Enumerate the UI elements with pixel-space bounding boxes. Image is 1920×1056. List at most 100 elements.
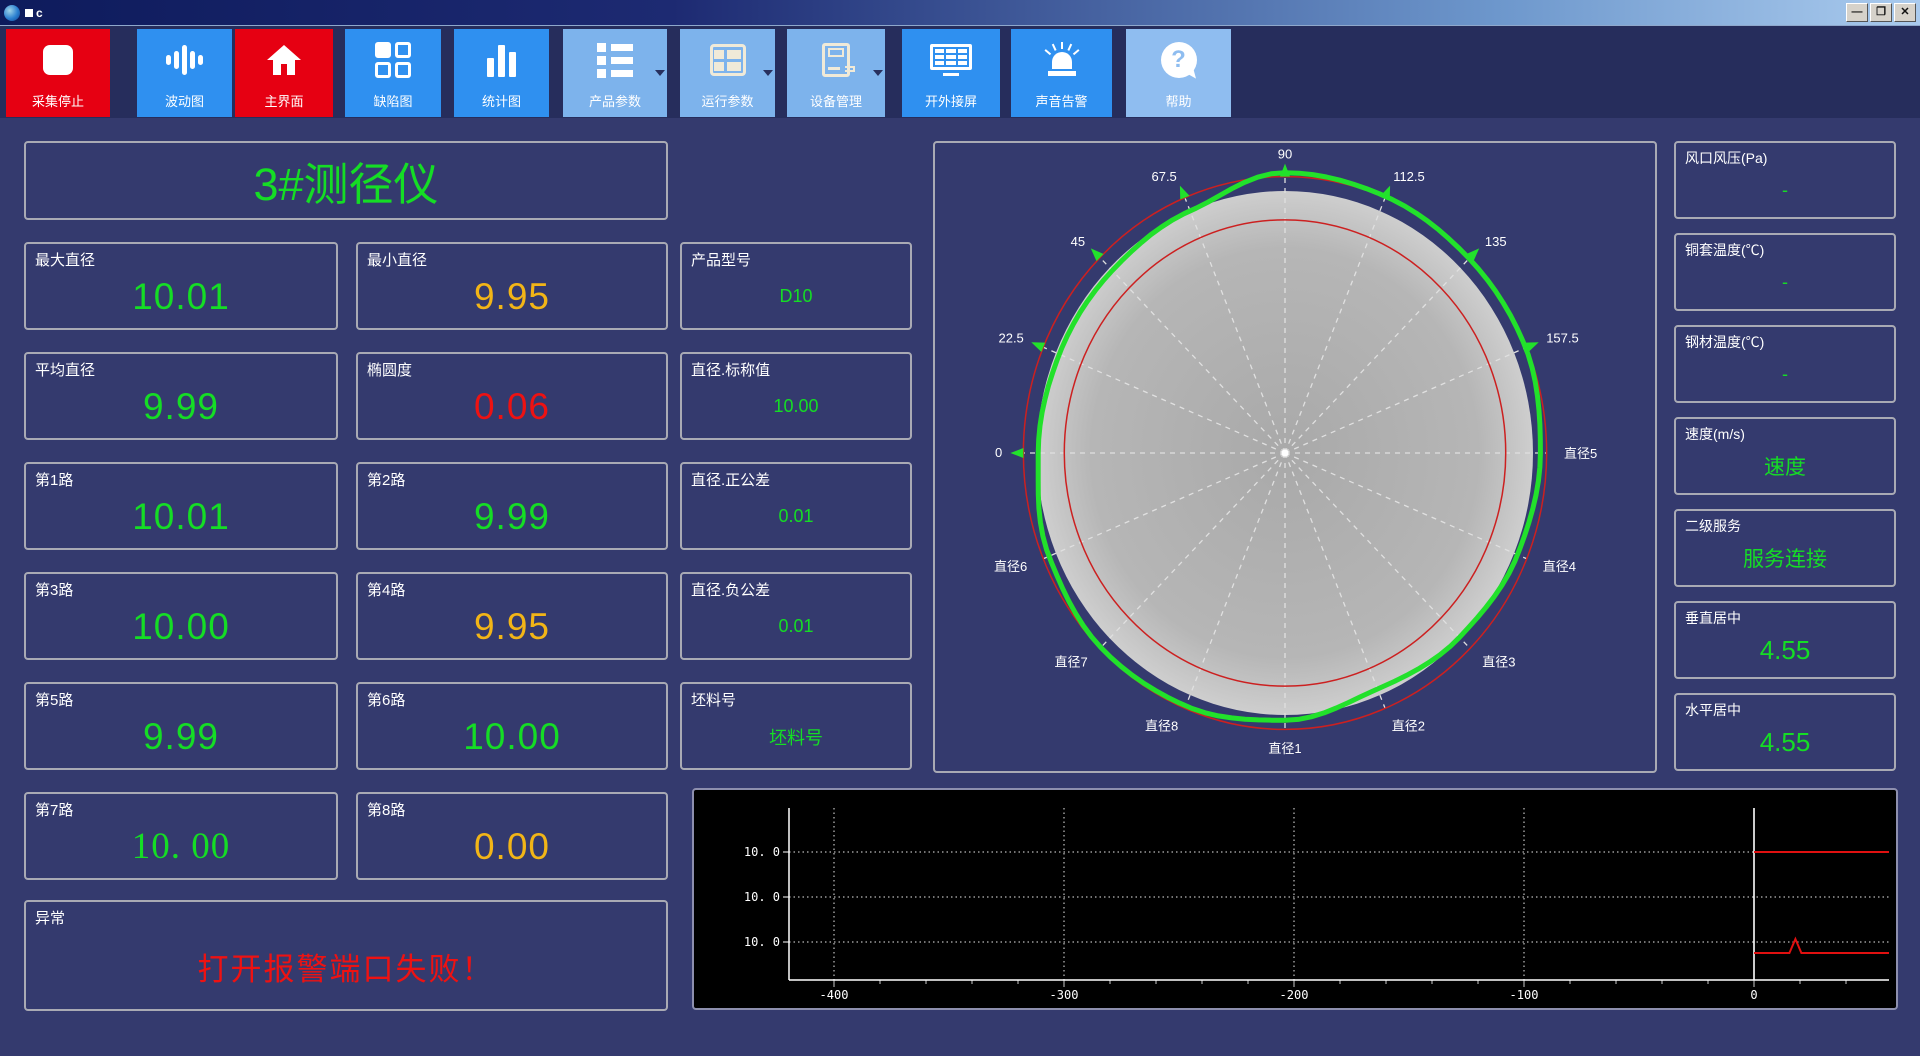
cell-speed: 速度(m/s) 速度 xyxy=(1674,417,1896,495)
stop-icon xyxy=(6,29,110,91)
cell-value-ovality: 0.06 xyxy=(473,385,550,427)
toolbar-button-stats-chart[interactable]: 统计图 xyxy=(454,29,549,117)
cell-path-6: 第6路 10.00 xyxy=(356,682,668,770)
toolbar-button-external-screen[interactable]: 开外接屏 xyxy=(902,29,1000,117)
waveform-icon xyxy=(137,29,232,91)
cell-path-1: 第1路 10.01 xyxy=(24,462,338,550)
cell-label-path-4: 第4路 xyxy=(367,582,406,599)
cell-label-avg-diameter: 平均直径 xyxy=(35,362,96,379)
cell-path-3: 第3路 10.00 xyxy=(24,572,338,660)
cell-value-min-diameter: 9.95 xyxy=(473,275,550,317)
cell-diameter-lower-tol: 直径.负公差 0.01 xyxy=(680,572,912,660)
external-screen-icon xyxy=(902,29,1000,91)
cell-label-max-diameter: 最大直径 xyxy=(35,252,96,269)
toolbar-button-label: 波动图 xyxy=(164,94,204,109)
toolbar-button-label: 采集停止 xyxy=(31,94,84,109)
cell-billet-no: 坯料号 坯料号 xyxy=(680,682,912,770)
cell-value-path-2: 9.99 xyxy=(473,495,550,537)
toolbar-button-label: 缺陷图 xyxy=(373,94,413,109)
toolbar-button-help[interactable]: ? 帮助 xyxy=(1126,29,1231,117)
cell-l2-service: 二级服务 服务连接 xyxy=(1674,509,1896,587)
cell-label-billet-no: 坯料号 xyxy=(691,692,737,709)
cell-min-diameter: 最小直径 9.95 xyxy=(356,242,668,330)
polar-profile-chart: 0 22.5 45 67.5 90 112.5 135 157.5 直径1 直径2 直径3 直径4 直径… xyxy=(933,141,1657,773)
window-title: c xyxy=(36,5,43,20)
toolbar-button-label: 开外接屏 xyxy=(924,94,977,109)
cell-value-steel-temp: - xyxy=(1782,363,1788,384)
polar-diameter-label: 直径1 xyxy=(1268,741,1301,756)
title-glyph xyxy=(25,8,33,17)
run-params-icon xyxy=(680,29,775,91)
cell-path-4: 第4路 9.95 xyxy=(356,572,668,660)
trend-x-tick-label: -300 xyxy=(1050,988,1079,1002)
cell-label-min-diameter: 最小直径 xyxy=(367,252,428,269)
cell-value-path-4: 9.95 xyxy=(473,605,550,647)
polar-angle-label: 22.5 xyxy=(998,331,1023,346)
restore-button[interactable]: ❐ xyxy=(1870,3,1892,22)
cell-path-5: 第5路 9.99 xyxy=(24,682,338,770)
polar-diameter-label: 直径8 xyxy=(1145,718,1178,733)
cell-label-diameter-lower-tol: 直径.负公差 xyxy=(691,582,771,599)
station-title-box: 3#测径仪 xyxy=(24,141,668,220)
cell-label-path-1: 第1路 xyxy=(35,472,74,489)
polar-diameter-label: 直径7 xyxy=(1054,654,1087,669)
cell-value-avg-diameter: 9.99 xyxy=(142,385,219,427)
cell-diameter-nominal: 直径.标称值 10.00 xyxy=(680,352,912,440)
cell-path-8: 第8路 0.00 xyxy=(356,792,668,880)
cell-value-path-6: 10.00 xyxy=(463,715,561,757)
cell-label-diameter-nominal: 直径.标称值 xyxy=(691,362,771,379)
status-column: 风口风压(Pa) - 铜套温度(℃) - 钢材温度(℃) - 速度(m/s) 速度 二级服务 服务… xyxy=(1674,141,1896,771)
trend-y-tick-label: 10. 0 xyxy=(744,845,780,859)
cell-avg-diameter: 平均直径 9.99 xyxy=(24,352,338,440)
toolbar-button-wave-chart[interactable]: 波动图 xyxy=(137,29,232,117)
measurement-grid: 最大直径 10.01 最小直径 9.95 平均直径 9.99 椭圆度 0.06 第1路 10.01… xyxy=(24,242,668,880)
trend-x-tick-label: 0 xyxy=(1750,988,1757,1002)
toolbar: 采集停止 波动图 主界面 缺陷图 统计图 产品参数 运行参数 设备管理 开外接屏 声音告警 ? 帮助 xyxy=(0,26,1920,118)
toolbar-button-device-manage[interactable]: 设备管理 xyxy=(787,29,885,117)
cell-value-product-model: D10 xyxy=(779,286,813,306)
trend-x-tick-label: -200 xyxy=(1280,988,1309,1002)
minimize-button[interactable]: — xyxy=(1846,3,1868,22)
cell-diameter-upper-tol: 直径.正公差 0.01 xyxy=(680,462,912,550)
toolbar-button-stop[interactable]: 采集停止 xyxy=(6,29,110,117)
toolbar-button-label: 声音告警 xyxy=(1035,94,1088,109)
polar-angle-label: 67.5 xyxy=(1151,169,1176,184)
station-title: 3#测径仪 xyxy=(253,159,439,210)
app-icon xyxy=(4,4,20,21)
polar-diameter-label: 直径5 xyxy=(1564,446,1597,461)
cell-value-vertical-center: 4.55 xyxy=(1759,634,1811,665)
toolbar-button-label: 统计图 xyxy=(481,94,521,109)
cell-steel-temp: 钢材温度(℃) - xyxy=(1674,325,1896,403)
alarm-box: 异常 打开报警端口失败！ xyxy=(24,900,668,1011)
toolbar-button-label: 主界面 xyxy=(264,94,304,109)
angle-marker-icon xyxy=(1031,342,1046,352)
toolbar-button-sound-alarm[interactable]: 声音告警 xyxy=(1011,29,1112,117)
cell-max-diameter: 最大直径 10.01 xyxy=(24,242,338,330)
trend-chart: 10. 0 10. 0 10. 0 -400 -300 -200 -100 0 xyxy=(692,788,1898,1010)
toolbar-button-run-params[interactable]: 运行参数 xyxy=(680,29,775,117)
toolbar-button-home[interactable]: 主界面 xyxy=(235,29,333,117)
polar-diameter-label: 直径4 xyxy=(1543,559,1576,574)
cell-value-path-3: 10.00 xyxy=(132,605,230,647)
toolbar-button-product-params[interactable]: 产品参数 xyxy=(563,29,667,117)
defect-map-icon xyxy=(345,29,441,91)
toolbar-button-label: 产品参数 xyxy=(588,94,641,109)
cell-value-tuyere-pressure: - xyxy=(1782,179,1788,200)
cell-value-copper-sleeve-temp: - xyxy=(1782,271,1788,292)
toolbar-button-defect-map[interactable]: 缺陷图 xyxy=(345,29,441,117)
angle-marker-icon xyxy=(1179,185,1190,200)
cell-value-max-diameter: 10.01 xyxy=(132,275,230,317)
cell-label-tuyere-pressure: 风口风压(Pa) xyxy=(1685,150,1768,166)
cell-value-diameter-upper-tol: 0.01 xyxy=(778,506,814,526)
alarm-label: 异常 xyxy=(35,910,66,927)
close-button[interactable]: ✕ xyxy=(1894,3,1916,22)
polar-angle-label: 0 xyxy=(995,445,1002,460)
cell-label-product-model: 产品型号 xyxy=(691,252,752,269)
home-icon xyxy=(235,29,333,91)
window-titlebar: c — ❐ ✕ xyxy=(0,0,1920,26)
cell-horizontal-center: 水平居中 4.55 xyxy=(1674,693,1896,771)
toolbar-button-label: 帮助 xyxy=(1165,94,1192,109)
cell-value-speed: 速度 xyxy=(1764,456,1806,479)
cell-label-path-5: 第5路 xyxy=(35,692,74,709)
cell-label-ovality: 椭圆度 xyxy=(367,362,413,379)
